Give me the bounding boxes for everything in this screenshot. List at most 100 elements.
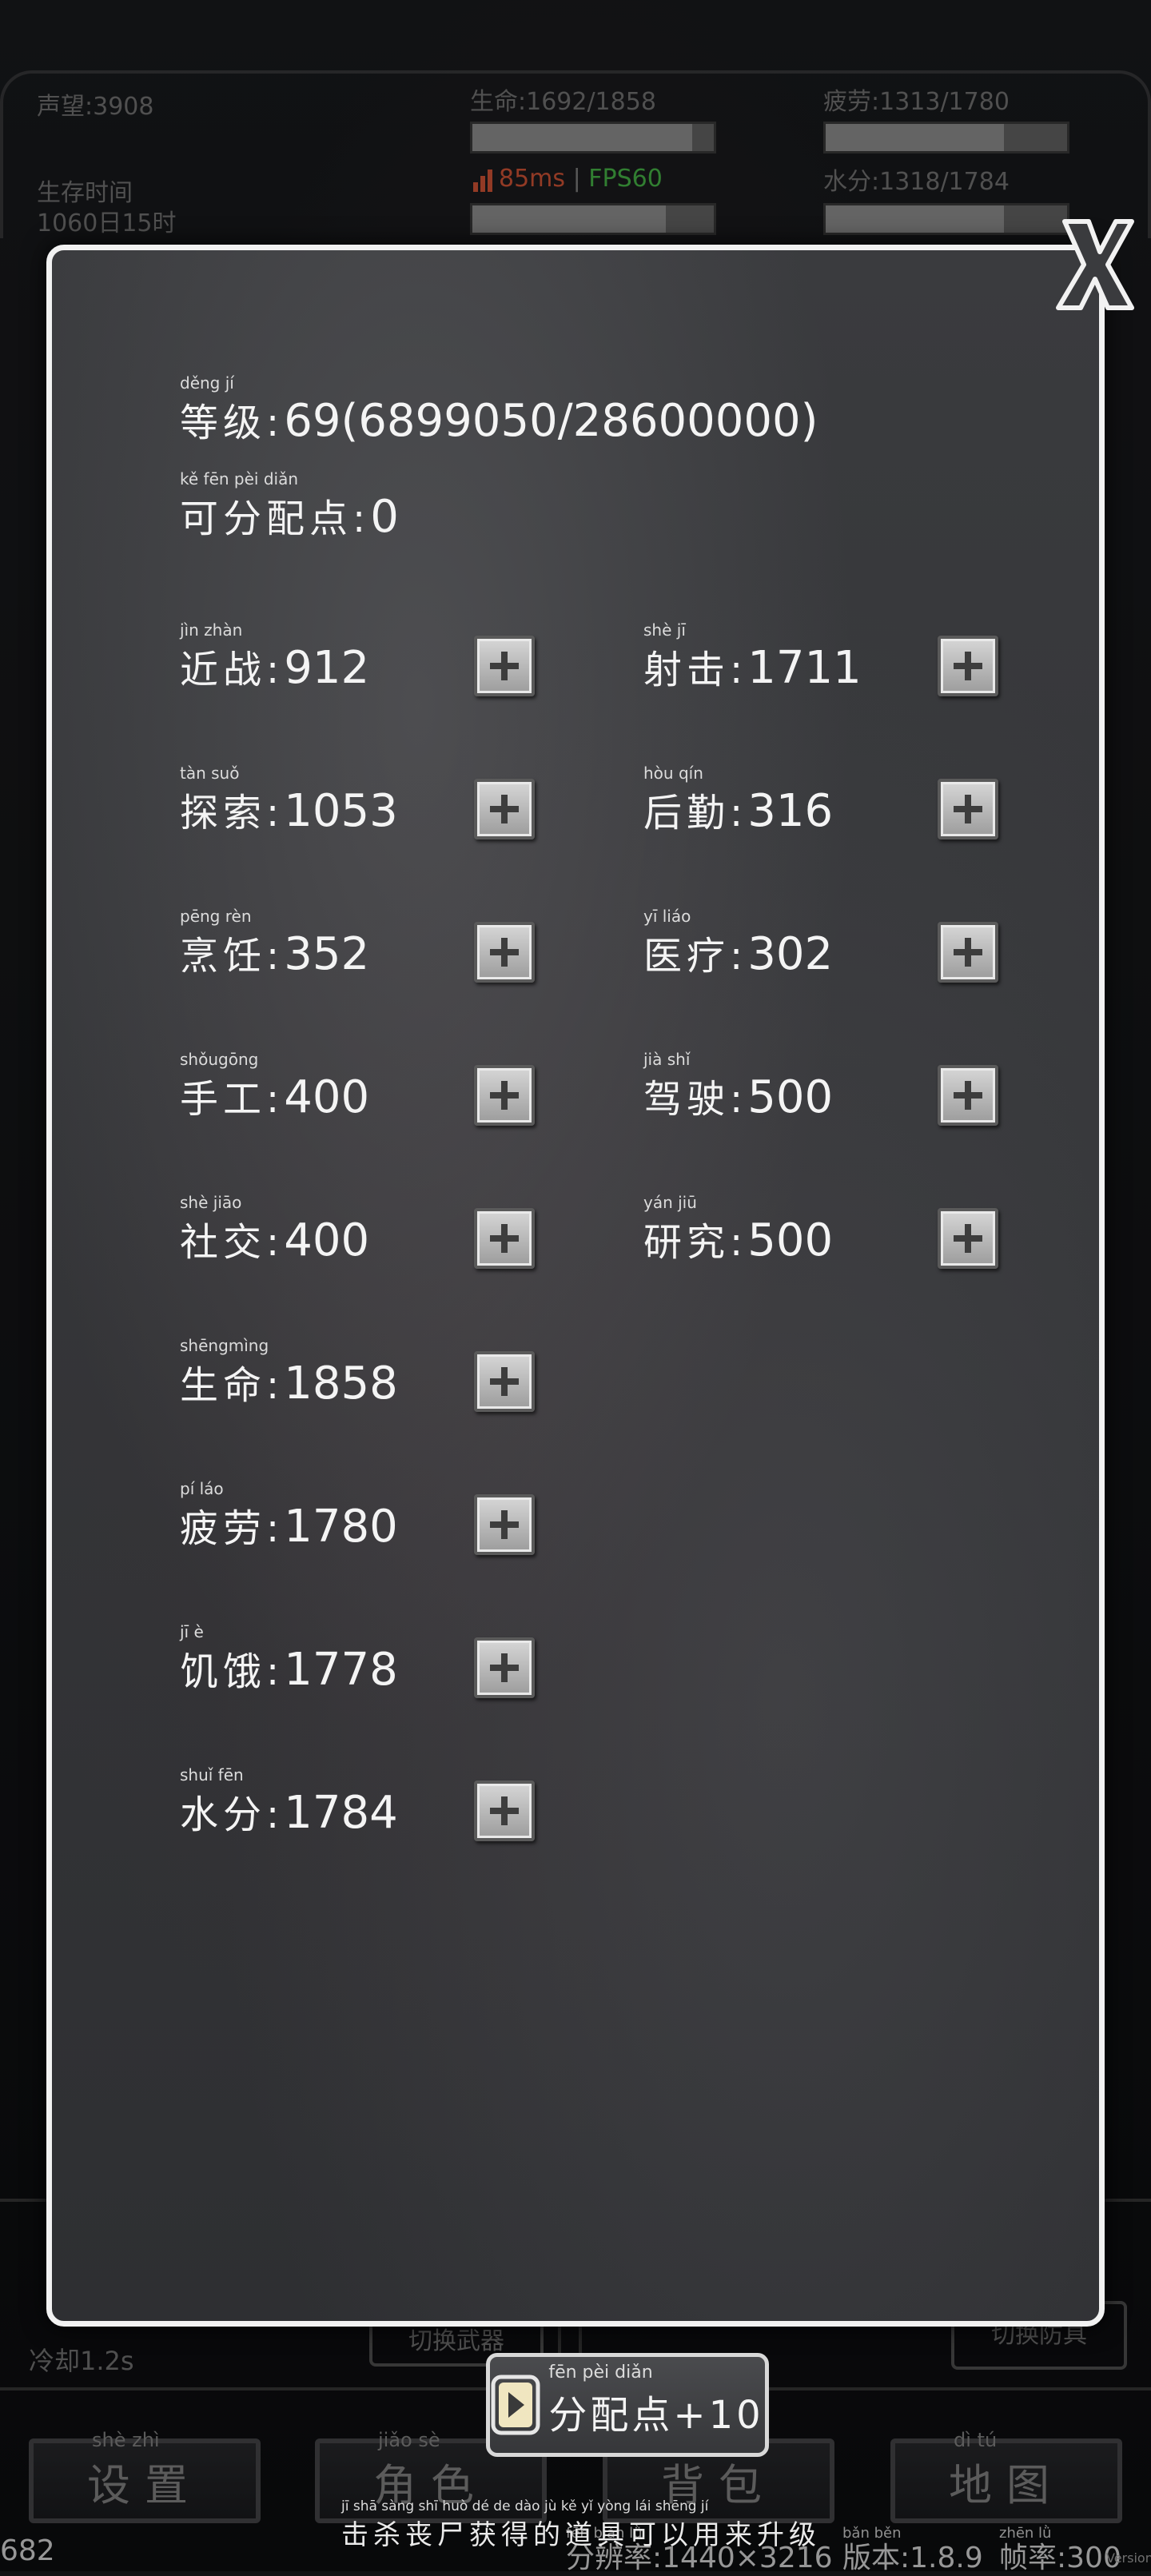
plus-icon xyxy=(954,795,982,823)
plus-icon xyxy=(490,1796,519,1825)
stat-value: 316 xyxy=(747,785,834,837)
ad-button-label: 分配点+10 xyxy=(548,2393,764,2438)
stat-row: jià shǐ 驾驶: 500 xyxy=(643,1050,834,1123)
level-value: 69(6899050/28600000) xyxy=(284,395,818,447)
plus-icon xyxy=(490,1510,519,1539)
survival-time-value: 1060日15时 xyxy=(37,209,177,237)
add-point-button[interactable] xyxy=(474,1065,535,1126)
water-text: 水分:1318/1784 xyxy=(823,168,1010,196)
hp-bar-2 xyxy=(470,203,716,235)
stat-label: 生命: xyxy=(180,1363,285,1408)
points-value: 0 xyxy=(370,491,399,543)
stat-row: yī liáo 医疗: 302 xyxy=(643,907,834,980)
stat-label: 手工: xyxy=(180,1077,285,1122)
plus-icon xyxy=(490,1653,519,1682)
stat-row: shè jiāo 社交: 400 xyxy=(180,1193,370,1266)
add-point-button[interactable] xyxy=(474,779,535,839)
stat-label: 社交: xyxy=(180,1220,285,1265)
plus-icon xyxy=(954,938,982,967)
stat-label: 烹饪: xyxy=(180,934,285,979)
add-point-button[interactable] xyxy=(474,636,535,696)
stat-row: shǒugōng 手工: 400 xyxy=(180,1050,370,1123)
add-point-button[interactable] xyxy=(474,1637,535,1698)
stat-label: 近战: xyxy=(180,648,285,692)
stat-row: shēngmìng 生命: 1858 xyxy=(180,1336,398,1410)
stat-row: shè jī 射击: 1711 xyxy=(643,620,862,694)
add-point-button[interactable] xyxy=(474,1780,535,1841)
stat-value: 352 xyxy=(284,928,370,980)
stat-value: 1778 xyxy=(284,1644,398,1696)
watch-ad-points-button[interactable]: fēn pèi diǎn 分配点+10 xyxy=(486,2353,769,2457)
nav-label: 地图 xyxy=(949,2459,1064,2510)
stat-value: 302 xyxy=(747,928,834,980)
stat-value: 1858 xyxy=(284,1358,398,1410)
hp-bar xyxy=(470,122,716,154)
signal-icon xyxy=(473,169,492,192)
nav-button[interactable]: dì tú 地图 xyxy=(890,2429,1122,2523)
add-point-button[interactable] xyxy=(938,1208,998,1269)
nav-button[interactable]: shè zhì 设置 xyxy=(29,2429,261,2523)
plus-icon xyxy=(490,1224,519,1253)
upgrade-tip: jī shā sàng shī huò dé de dào jù kě yǐ y… xyxy=(341,2498,821,2551)
stat-label: 医疗: xyxy=(643,934,748,979)
stat-row: shuǐ fēn 水分: 1784 xyxy=(180,1765,398,1839)
stat-value: 912 xyxy=(284,642,370,694)
plus-icon xyxy=(490,795,519,823)
stat-row: pēng rèn 烹饪: 352 xyxy=(180,907,370,980)
level-row: děng jí 等级: 69(6899050/28600000) xyxy=(180,373,818,447)
stat-value: 500 xyxy=(747,1071,834,1123)
fps-text: FPS60 xyxy=(588,165,663,193)
stat-value: 500 xyxy=(747,1214,834,1266)
cooldown-text: 冷却1.2s xyxy=(29,2346,134,2376)
stat-value: 1780 xyxy=(284,1501,398,1553)
attribute-dialog: děng jí 等级: 69(6899050/28600000) kě fēn … xyxy=(46,245,1105,2551)
play-icon xyxy=(491,2375,540,2435)
stat-row: tàn suǒ 探索: 1053 xyxy=(180,764,398,837)
add-point-button[interactable] xyxy=(474,1494,535,1555)
points-label: 可分配点: xyxy=(180,496,371,541)
add-point-button[interactable] xyxy=(474,1351,535,1412)
stat-label: 饥饿: xyxy=(180,1649,285,1694)
stat-label: 探索: xyxy=(180,791,285,835)
stat-label: 后勤: xyxy=(643,791,748,835)
stat-row: hòu qín 后勤: 316 xyxy=(643,764,834,837)
stat-row: jī è 饥饿: 1778 xyxy=(180,1622,398,1696)
plus-icon xyxy=(954,652,982,680)
stat-value: 400 xyxy=(284,1071,370,1123)
add-point-button[interactable] xyxy=(938,779,998,839)
plus-icon xyxy=(490,938,519,967)
stat-row: jìn zhàn 近战: 912 xyxy=(180,620,370,694)
add-point-button[interactable] xyxy=(938,636,998,696)
nav-label: 设置 xyxy=(87,2459,202,2510)
footer-left-value: 682 xyxy=(0,2534,55,2567)
stat-value: 1711 xyxy=(747,642,862,694)
stat-label: 射击: xyxy=(643,648,748,692)
stat-label: 水分: xyxy=(180,1792,285,1837)
reputation-text: 声望:3908 xyxy=(37,93,154,121)
close-button[interactable] xyxy=(1052,213,1138,317)
plus-icon xyxy=(954,1224,982,1253)
corner-tag: Version xyxy=(1106,2550,1151,2566)
close-icon xyxy=(1056,219,1134,310)
add-point-button[interactable] xyxy=(938,1065,998,1126)
stat-value: 1053 xyxy=(284,785,398,837)
add-point-button[interactable] xyxy=(938,922,998,983)
stat-row: yán jiū 研究: 500 xyxy=(643,1193,834,1266)
stat-label: 驾驶: xyxy=(643,1077,748,1122)
plus-icon xyxy=(490,1367,519,1396)
stat-value: 400 xyxy=(284,1214,370,1266)
level-label: 等级: xyxy=(180,401,285,445)
stat-value: 1784 xyxy=(284,1787,398,1839)
stat-row: pí láo 疲劳: 1780 xyxy=(180,1479,398,1553)
hp-text: 生命:1692/1858 xyxy=(470,88,656,116)
add-point-button[interactable] xyxy=(474,922,535,983)
stat-label: 研究: xyxy=(643,1220,748,1265)
plus-icon xyxy=(490,652,519,680)
ping-text: 85ms xyxy=(499,165,566,193)
points-row: kě fēn pèi diǎn 可分配点: 0 xyxy=(180,469,399,543)
fatigue-text: 疲劳:1313/1780 xyxy=(823,88,1010,116)
fatigue-bar xyxy=(823,122,1069,154)
add-point-button[interactable] xyxy=(474,1208,535,1269)
water-bar xyxy=(823,203,1069,235)
network-status: 85ms | FPS60 xyxy=(472,165,663,193)
